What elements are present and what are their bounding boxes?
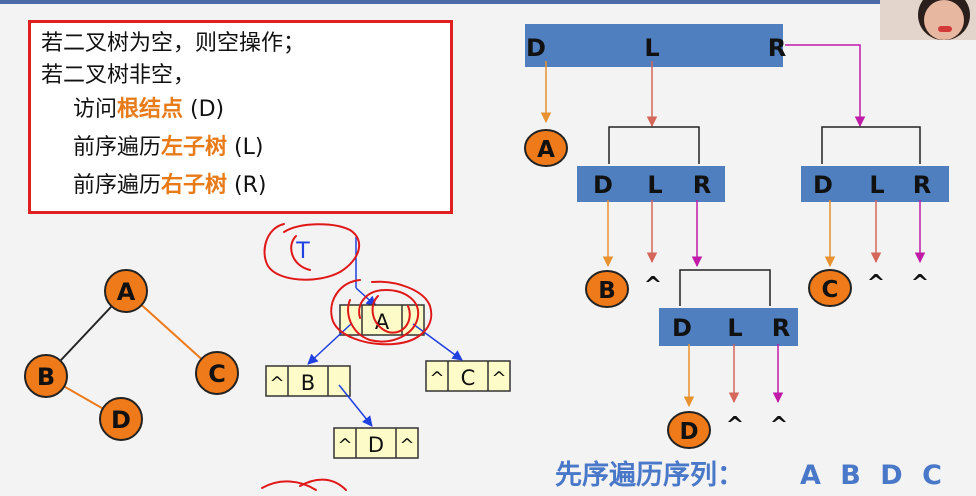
tree-node-d: D — [99, 397, 143, 441]
scribble-bottom — [261, 478, 347, 491]
visit-node-a: A — [524, 129, 568, 167]
linked-node-b: ^ B — [265, 365, 351, 397]
null-pointer: ^ — [269, 373, 284, 394]
linked-node-a-label: A — [375, 310, 390, 334]
tree-node-b-label: B — [37, 363, 55, 391]
visit-node-a-label: A — [537, 137, 555, 163]
root-pointer-label: T — [295, 239, 310, 264]
tree-node-a-label: A — [117, 278, 136, 306]
linked-node-c-label: C — [461, 366, 476, 390]
pointer-a-to-c — [412, 323, 463, 361]
visit-node-c: C — [808, 269, 852, 307]
result-label: 先序遍历序列： — [555, 459, 744, 491]
null-pointer: ^ — [491, 368, 506, 389]
null-pointer: ^ — [429, 368, 444, 389]
null-marker: ^ — [770, 413, 788, 438]
linked-node-d-label: D — [368, 433, 384, 457]
null-pointer: ^ — [337, 435, 352, 456]
linked-structure: T A ^ B ^ C ^ ^ D ^ — [265, 237, 511, 459]
result-sequence: A B D C — [800, 460, 942, 491]
scribble-around-t — [263, 223, 361, 281]
bar-label-l: L — [869, 171, 884, 199]
binary-tree: A B C D — [24, 269, 239, 441]
visit-node-c-label: C — [822, 277, 839, 303]
bar-label-l: L — [647, 171, 662, 199]
traversal-diagram: D L R A D L R B ^ D L R C ^ ^ D L R D ^ … — [524, 24, 949, 491]
null-marker: ^ — [726, 413, 744, 438]
null-marker: ^ — [867, 271, 885, 296]
tree-node-b: B — [24, 354, 68, 398]
traversal-bar-right: D L R — [801, 166, 949, 202]
bar-label-d: D — [813, 171, 833, 199]
linked-node-c: ^ C ^ — [425, 360, 511, 392]
bar-label-l: L — [727, 314, 742, 342]
tree-node-c-label: C — [208, 360, 226, 388]
bar-label-d: D — [526, 34, 546, 62]
linked-node-b-label: B — [301, 371, 315, 395]
null-marker: ^ — [911, 271, 929, 296]
traversal-bar-root: D L R — [525, 24, 786, 67]
pointer-b-to-d — [338, 384, 373, 427]
bar-label-d: D — [593, 171, 613, 199]
bar-label-r: R — [693, 171, 711, 199]
diagram-canvas: A B C D T A ^ B ^ C ^ ^ D ^ D L R A D L … — [24, 24, 949, 491]
bar-label-r: R — [913, 171, 931, 199]
visit-node-d-label: D — [679, 419, 698, 445]
visit-node-d: D — [667, 411, 711, 449]
bracket-right-subtree — [821, 126, 921, 164]
pointer-a-to-b — [307, 323, 352, 365]
null-pointer: ^ — [399, 435, 414, 456]
arrow-r-root — [785, 44, 866, 128]
null-marker: ^ — [644, 273, 662, 298]
linked-node-d: ^ D ^ — [333, 427, 419, 459]
bar-label-r: R — [768, 34, 786, 62]
traversal-bar-nested: D L R — [659, 308, 798, 346]
traversal-bar-left: D L R — [577, 166, 725, 202]
bar-label-d: D — [672, 314, 692, 342]
visit-node-b-label: B — [598, 278, 616, 304]
tree-node-d-label: D — [111, 406, 131, 434]
bracket-nested-subtree — [679, 269, 771, 306]
visit-node-b: B — [585, 270, 629, 308]
bar-label-l: L — [644, 34, 659, 62]
tree-node-c: C — [195, 351, 239, 395]
tree-node-a: A — [104, 269, 148, 313]
bracket-left-subtree — [608, 126, 700, 164]
bar-label-r: R — [772, 314, 790, 342]
